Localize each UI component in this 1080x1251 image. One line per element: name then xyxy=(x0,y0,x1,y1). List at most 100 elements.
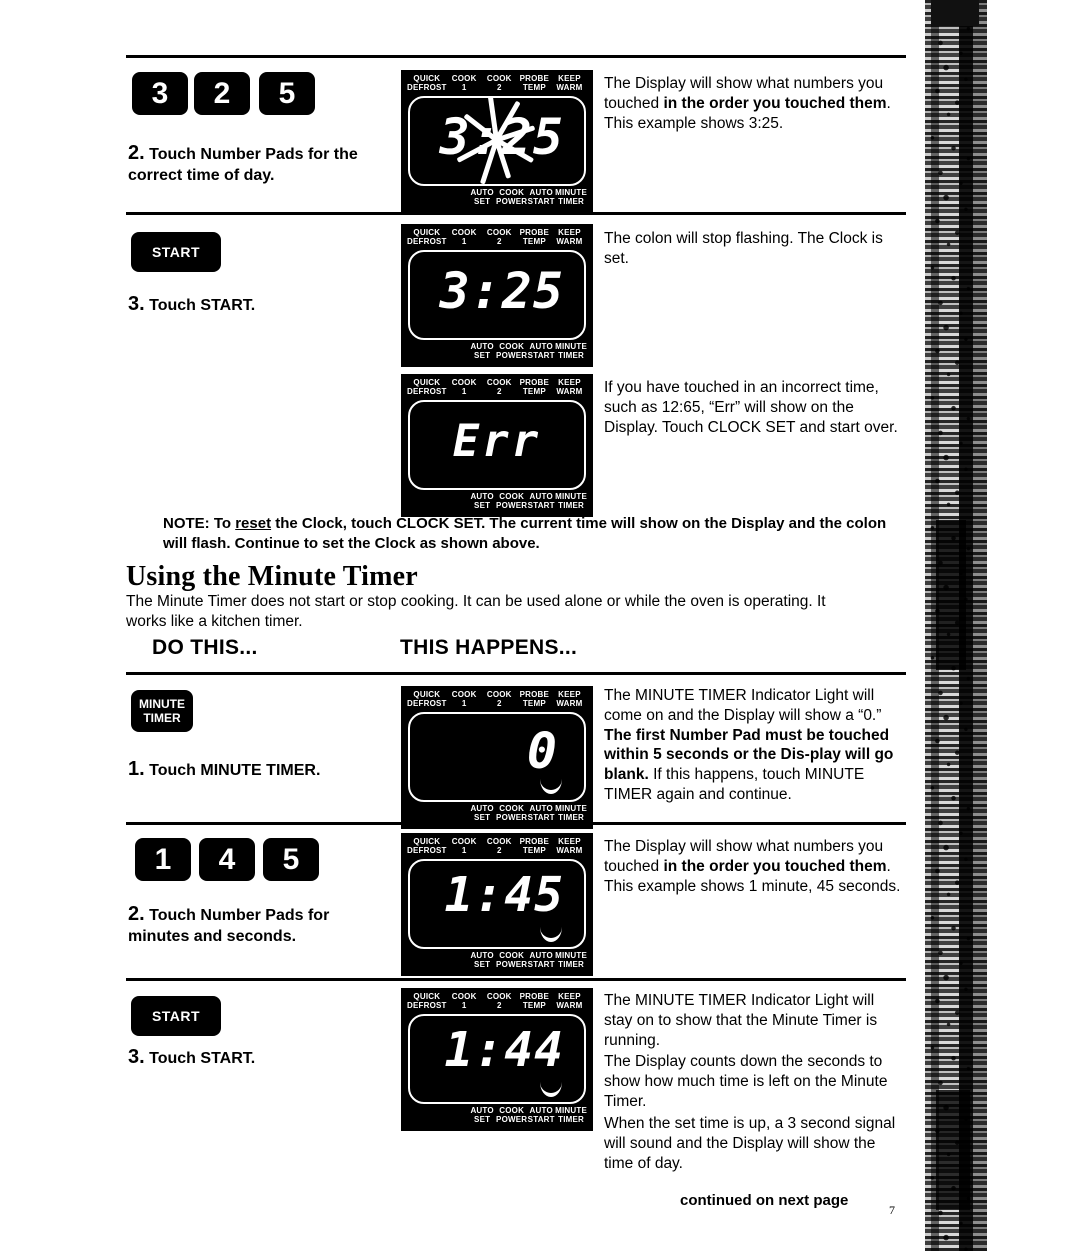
display-panel-clock-set: QUICK DEFROST COOK 1 COOK 2 PROBE TEMP KEEP W… xyxy=(401,224,593,367)
label-keep-warm: KEEP WARM xyxy=(556,837,583,855)
panel-top-labels: QUICK DEFROST COOK 1 COOK 2 PROBE TEMP KEEP W… xyxy=(407,74,587,93)
label-cook-1: COOK 1 xyxy=(451,992,477,1010)
label-probe-temp: PROBE TEMP xyxy=(519,378,550,396)
start-button[interactable]: START xyxy=(131,996,221,1036)
panel-top-labels: QUICK DEFROST COOK 1 COOK 2 PROBE TEMP KEEP W… xyxy=(407,378,587,397)
result-text-2: The Display counts down the seconds to s… xyxy=(604,1053,888,1110)
label-cook-power: COOK POWER xyxy=(496,1105,528,1124)
number-pad-3[interactable]: 3 xyxy=(132,72,188,115)
start-button[interactable]: START xyxy=(131,232,221,272)
label-minute-timer: MINUTE TIMER xyxy=(555,1105,588,1124)
label-auto-start: AUTO START xyxy=(527,803,555,822)
continued-notice: continued on next page xyxy=(680,1192,849,1209)
panel-bottom-labels: AUTO SET COOK POWER AUTO START MINUTE TIMER xyxy=(407,1105,588,1125)
display-panel-mt-zero: QUICK DEFROST COOK 1 COOK 2 PROBE TEMP KEEP W… xyxy=(401,686,593,829)
label-cook-power: COOK POWER xyxy=(496,187,528,206)
panel-bottom-labels: AUTO SET COOK POWER AUTO START MINUTE TIMER xyxy=(407,341,588,361)
label-cook-2: COOK 2 xyxy=(486,228,512,246)
note-block: NOTE: To reset the Clock, touch CLOCK SE… xyxy=(163,515,887,552)
label-minute-timer: MINUTE TIMER xyxy=(555,950,588,969)
label-probe-temp: PROBE TEMP xyxy=(519,690,550,708)
label-auto-start: AUTO START xyxy=(527,341,555,360)
label-cook-power: COOK POWER xyxy=(496,950,528,969)
label-quick-defrost: QUICK DEFROST xyxy=(407,992,447,1010)
lcd-screen: 1:44 xyxy=(408,1013,586,1104)
label-cook-1: COOK 1 xyxy=(451,690,477,708)
step-text: Touch MINUTE TIMER. xyxy=(149,762,321,779)
result-text: The Display will show what numbers you t… xyxy=(604,838,901,895)
label-auto-set: AUTO SET xyxy=(470,803,494,822)
label-minute-timer: MINUTE TIMER xyxy=(555,803,588,822)
minute-timer-button[interactable]: MINUTE TIMER xyxy=(131,690,193,732)
panel-bottom-labels: AUTO SET COOK POWER AUTO START MINUTE TIMER xyxy=(407,803,588,823)
label-keep-warm: KEEP WARM xyxy=(556,378,583,396)
label-keep-warm: KEEP WARM xyxy=(556,690,583,708)
display-value: 0 xyxy=(526,721,558,780)
display-panel-mt-entry: QUICK DEFROST COOK 1 COOK 2 PROBE TEMP KEEP W… xyxy=(401,833,593,976)
label-cook-1: COOK 1 xyxy=(451,378,477,396)
label-cook-power: COOK POWER xyxy=(496,341,528,360)
minute-timer-indicator-light xyxy=(540,779,562,794)
label-quick-defrost: QUICK DEFROST xyxy=(407,74,447,92)
label-auto-set: AUTO SET xyxy=(470,491,494,510)
step-text: Touch Number Pads for the correct time o… xyxy=(128,146,358,184)
label-cook-1: COOK 1 xyxy=(451,228,477,246)
step-number: 2. xyxy=(128,142,145,164)
step-number: 1. xyxy=(128,758,145,780)
divider-rule xyxy=(126,672,906,675)
lcd-screen: 3:25 xyxy=(408,95,586,186)
step-text: Touch Number Pads for minutes and second… xyxy=(128,907,330,945)
label-probe-temp: PROBE TEMP xyxy=(519,74,550,92)
label-auto-set: AUTO SET xyxy=(470,341,494,360)
label-cook-power: COOK POWER xyxy=(496,803,528,822)
label-quick-defrost: QUICK DEFROST xyxy=(407,837,447,855)
manual-page: 3 2 5 2. Touch Number Pads for the corre… xyxy=(0,0,1080,1251)
number-pad-4[interactable]: 4 xyxy=(199,838,255,881)
label-auto-set: AUTO SET xyxy=(470,950,494,969)
lcd-screen: 0 xyxy=(408,711,586,802)
panel-top-labels: QUICK DEFROST COOK 1 COOK 2 PROBE TEMP KEEP W… xyxy=(407,228,587,247)
label-auto-start: AUTO START xyxy=(527,1105,555,1124)
label-keep-warm: KEEP WARM xyxy=(556,74,583,92)
label-auto-set: AUTO SET xyxy=(470,1105,494,1124)
step-caption: 3. Touch START. xyxy=(128,1045,378,1070)
label-minute-timer: MINUTE TIMER xyxy=(555,491,588,510)
result-text: The Display will show what numbers you t… xyxy=(604,75,891,132)
panel-bottom-labels: AUTO SET COOK POWER AUTO START MINUTE TIMER xyxy=(407,187,588,207)
result-text: The colon will stop flashing. The Clock … xyxy=(604,230,883,267)
display-value: 3:25 xyxy=(439,261,564,320)
label-keep-warm: KEEP WARM xyxy=(556,228,583,246)
label-quick-defrost: QUICK DEFROST xyxy=(407,378,447,396)
number-pad-5[interactable]: 5 xyxy=(263,838,319,881)
column-header-this-happens: THIS HAPPENS... xyxy=(400,636,578,659)
label-quick-defrost: QUICK DEFROST xyxy=(407,228,447,246)
display-panel-clock-entry: QUICK DEFROST COOK 1 COOK 2 PROBE TEMP KEEP W… xyxy=(401,70,593,213)
panel-top-labels: QUICK DEFROST COOK 1 COOK 2 PROBE TEMP KEEP W… xyxy=(407,992,587,1011)
step-number: 3. xyxy=(128,1046,145,1068)
divider-rule xyxy=(126,978,906,981)
label-minute-timer: MINUTE TIMER xyxy=(555,187,588,206)
step-text: Touch START. xyxy=(149,297,256,314)
section-heading: Using the Minute Timer xyxy=(126,561,418,592)
step-text: Touch START. xyxy=(149,1050,256,1067)
label-cook-2: COOK 2 xyxy=(486,74,512,92)
scan-edge-dark-blob xyxy=(936,520,966,670)
number-pad-2[interactable]: 2 xyxy=(194,72,250,115)
label-cook-1: COOK 1 xyxy=(451,74,477,92)
label-cook-2: COOK 2 xyxy=(486,378,512,396)
lcd-screen: 1:45 xyxy=(408,858,586,949)
minute-timer-button-line1: MINUTE xyxy=(139,696,185,711)
label-auto-start: AUTO START xyxy=(527,187,555,206)
section-intro: The Minute Timer does not start or stop … xyxy=(126,593,826,630)
scan-edge-top-block xyxy=(931,0,979,26)
step-number: 3. xyxy=(128,293,145,315)
minute-timer-indicator-light xyxy=(540,927,562,942)
number-pad-1[interactable]: 1 xyxy=(135,838,191,881)
label-cook-2: COOK 2 xyxy=(486,690,512,708)
number-pad-5[interactable]: 5 xyxy=(259,72,315,115)
label-minute-timer: MINUTE TIMER xyxy=(555,341,588,360)
step-caption: 2. Touch Number Pads for minutes and sec… xyxy=(128,902,368,947)
display-value: Err xyxy=(452,415,542,467)
display-panel-mt-running: QUICK DEFROST COOK 1 COOK 2 PROBE TEMP KEEP W… xyxy=(401,988,593,1131)
label-quick-defrost: QUICK DEFROST xyxy=(407,690,447,708)
